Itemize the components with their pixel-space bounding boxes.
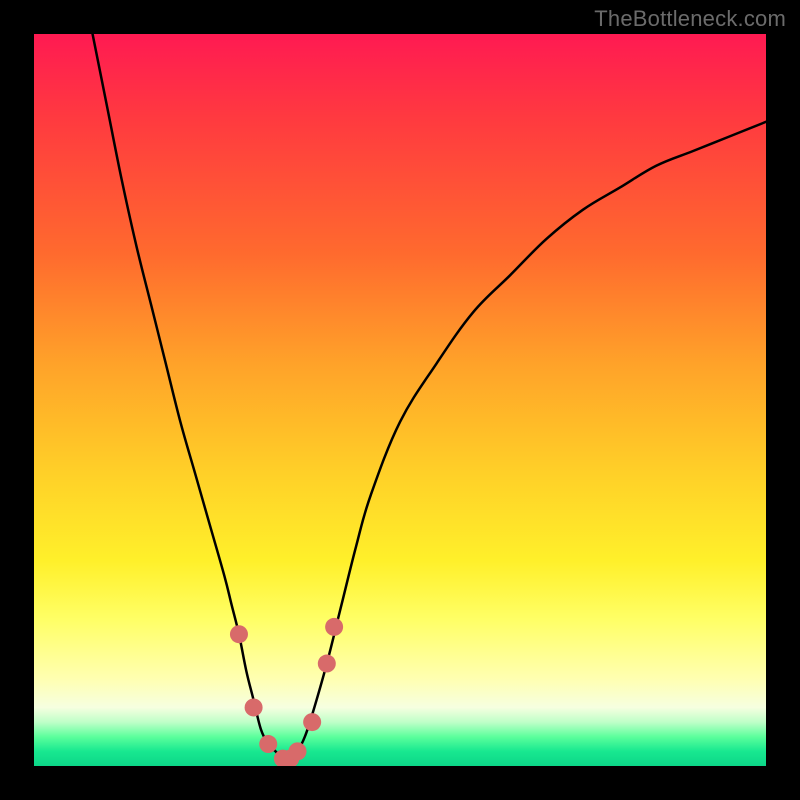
- marker-dot: [259, 735, 277, 753]
- marker-dot: [318, 655, 336, 673]
- chart-frame: TheBottleneck.com: [0, 0, 800, 800]
- curve-path: [93, 34, 766, 760]
- chart-svg: [34, 34, 766, 766]
- marker-dot: [325, 618, 343, 636]
- chart-markers: [230, 618, 343, 766]
- chart-curve: [93, 34, 766, 760]
- marker-dot: [245, 698, 263, 716]
- marker-dot: [230, 625, 248, 643]
- marker-dot: [289, 742, 307, 760]
- chart-plot-area: [34, 34, 766, 766]
- watermark-label: TheBottleneck.com: [594, 6, 786, 32]
- marker-dot: [303, 713, 321, 731]
